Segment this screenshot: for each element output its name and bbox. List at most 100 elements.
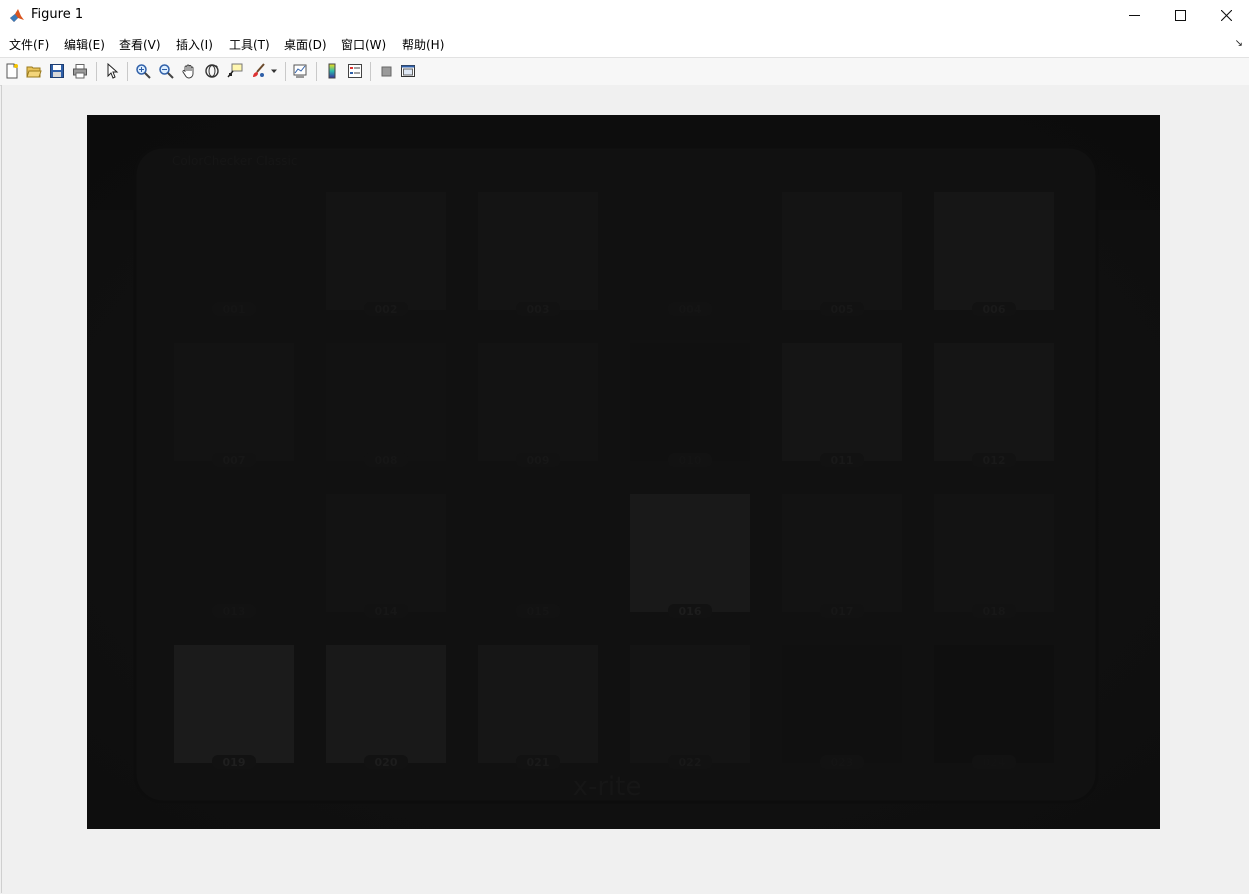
patch-label: 006 xyxy=(983,303,1006,316)
pan-button[interactable] xyxy=(179,61,199,81)
show-plot-tools-icon xyxy=(401,65,415,77)
new-figure-icon xyxy=(6,63,18,79)
color-patch xyxy=(326,645,446,763)
title-bar: Figure 1 xyxy=(0,0,1249,31)
matlab-logo-icon xyxy=(10,9,24,22)
data-cursor-icon xyxy=(227,63,243,78)
color-patch xyxy=(478,192,598,310)
pan-hand-icon xyxy=(182,64,194,79)
patch-label: 010 xyxy=(679,454,702,467)
save-button[interactable] xyxy=(47,61,67,81)
maximize-icon xyxy=(1174,10,1186,21)
toolbar-separator xyxy=(316,62,317,81)
patch-label: 013 xyxy=(223,605,246,618)
color-patch xyxy=(326,192,446,310)
link-plot-button[interactable] xyxy=(290,61,310,81)
brush-icon xyxy=(253,63,265,77)
toolbar-separator xyxy=(96,62,97,81)
patch-label: 016 xyxy=(679,605,702,618)
color-patch xyxy=(630,645,750,763)
menu-desktop[interactable]: 桌面(D) xyxy=(284,36,327,53)
menu-edit[interactable]: 编辑(E) xyxy=(64,36,105,53)
menu-file[interactable]: 文件(F) xyxy=(9,36,49,53)
patch-label: 008 xyxy=(375,454,398,467)
legend-icon xyxy=(348,64,362,78)
window-title: Figure 1 xyxy=(31,7,84,22)
color-patch xyxy=(630,343,750,461)
menu-tools[interactable]: 工具(T) xyxy=(229,36,270,53)
patch-label: 014 xyxy=(375,605,398,618)
toolbar-separator xyxy=(370,62,371,81)
patch-label: 002 xyxy=(375,303,398,316)
zoom-in-icon xyxy=(136,64,151,79)
maximize-button[interactable] xyxy=(1157,0,1203,31)
color-patch xyxy=(174,494,294,612)
rotate-3d-button[interactable] xyxy=(202,61,222,81)
color-patch xyxy=(326,343,446,461)
minimize-button[interactable] xyxy=(1111,0,1157,31)
show-plot-tools-button[interactable] xyxy=(398,61,418,81)
menu-overflow-icon[interactable]: ↘ xyxy=(1235,38,1243,49)
hide-plot-tools-icon xyxy=(381,66,392,77)
data-cursor-button[interactable] xyxy=(225,61,245,81)
menu-window[interactable]: 窗口(W) xyxy=(341,36,386,53)
menu-insert[interactable]: 插入(I) xyxy=(176,36,213,53)
patch-label: 003 xyxy=(527,303,550,316)
brush-dropdown[interactable] xyxy=(268,61,280,81)
menu-view[interactable]: 查看(V) xyxy=(119,36,161,53)
print-button[interactable] xyxy=(70,61,90,81)
patch-label: 024 xyxy=(983,756,1006,769)
close-icon xyxy=(1220,10,1232,21)
zoom-in-button[interactable] xyxy=(133,61,153,81)
color-patch xyxy=(934,343,1054,461)
color-patch xyxy=(478,343,598,461)
menu-bar: 文件(F) 编辑(E) 查看(V) 插入(I) 工具(T) 桌面(D) 窗口(W… xyxy=(0,31,1249,57)
close-button[interactable] xyxy=(1203,0,1249,31)
color-patch xyxy=(630,494,750,612)
hide-plot-tools-button[interactable] xyxy=(376,61,396,81)
brand-logo: x-rite xyxy=(573,772,642,802)
color-patch xyxy=(326,494,446,612)
legend-button[interactable] xyxy=(345,61,365,81)
color-patch xyxy=(782,645,902,763)
image-axes[interactable]: ColorChecker Classic x-rite 001 002 003 004… xyxy=(87,115,1160,829)
rotate-3d-icon xyxy=(205,64,219,78)
zoom-out-button[interactable] xyxy=(156,61,176,81)
menu-help[interactable]: 帮助(H) xyxy=(402,36,444,53)
color-patch xyxy=(934,192,1054,310)
toolbar-separator xyxy=(127,62,128,81)
patch-label: 009 xyxy=(527,454,550,467)
chevron-down-icon xyxy=(271,69,277,73)
brush-button[interactable] xyxy=(248,61,268,81)
open-file-button[interactable] xyxy=(24,61,44,81)
patch-label: 021 xyxy=(527,756,550,769)
color-patch xyxy=(782,192,902,310)
patch-label: 001 xyxy=(223,303,246,316)
print-icon xyxy=(73,64,87,79)
color-patch xyxy=(478,645,598,763)
patch-label: 019 xyxy=(223,756,246,769)
pointer-button[interactable] xyxy=(102,61,122,81)
patch-label: 020 xyxy=(375,756,398,769)
zoom-out-icon xyxy=(159,64,174,79)
color-patch xyxy=(174,645,294,763)
colorbar-icon xyxy=(328,63,336,79)
new-figure-button[interactable] xyxy=(2,61,22,81)
minimize-icon xyxy=(1128,15,1140,16)
save-icon xyxy=(50,64,64,78)
pointer-icon xyxy=(107,63,119,79)
patch-label: 004 xyxy=(679,303,702,316)
card-caption: ColorChecker Classic xyxy=(172,154,297,168)
patch-label: 007 xyxy=(223,454,246,467)
colorbar-button[interactable] xyxy=(322,61,342,81)
patch-label: 011 xyxy=(831,454,854,467)
patch-label: 017 xyxy=(831,605,854,618)
patch-label: 022 xyxy=(679,756,702,769)
color-patch xyxy=(782,343,902,461)
color-patch xyxy=(174,343,294,461)
patch-label: 023 xyxy=(831,756,854,769)
color-patch xyxy=(934,494,1054,612)
color-patch xyxy=(934,645,1054,763)
open-file-icon xyxy=(26,66,42,78)
patch-label: 015 xyxy=(527,605,550,618)
